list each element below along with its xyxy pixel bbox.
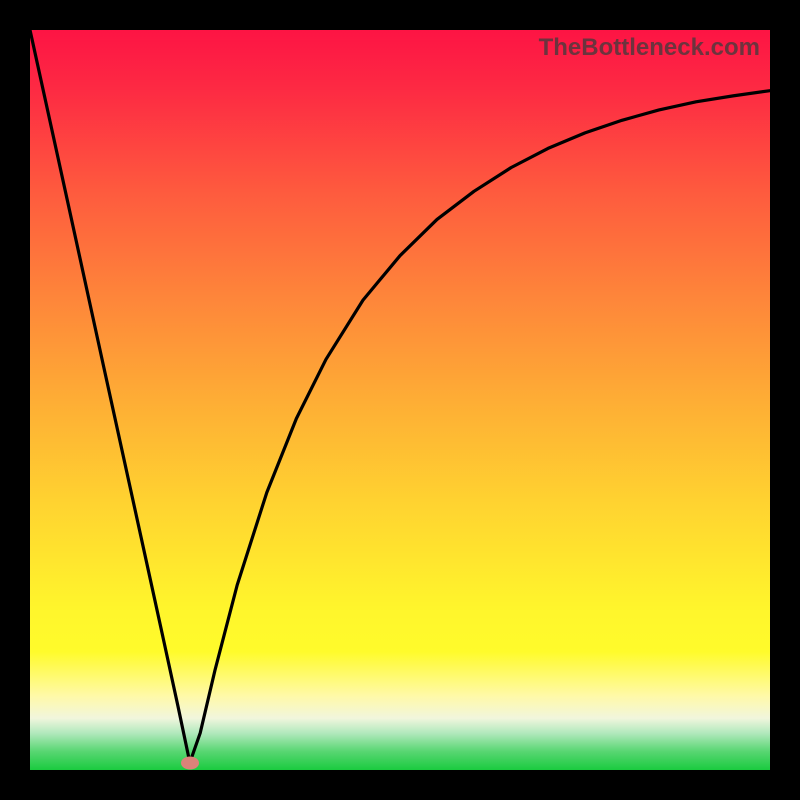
plot-area bbox=[30, 30, 770, 770]
minimum-marker bbox=[181, 756, 199, 769]
frame-border-bottom bbox=[0, 770, 800, 800]
chart-frame: TheBottleneck.com bbox=[0, 0, 800, 800]
watermark-text: TheBottleneck.com bbox=[539, 34, 760, 62]
bottleneck-curve bbox=[30, 30, 770, 770]
frame-border-left bbox=[0, 0, 30, 800]
frame-border-top bbox=[0, 0, 800, 30]
frame-border-right bbox=[770, 0, 800, 800]
